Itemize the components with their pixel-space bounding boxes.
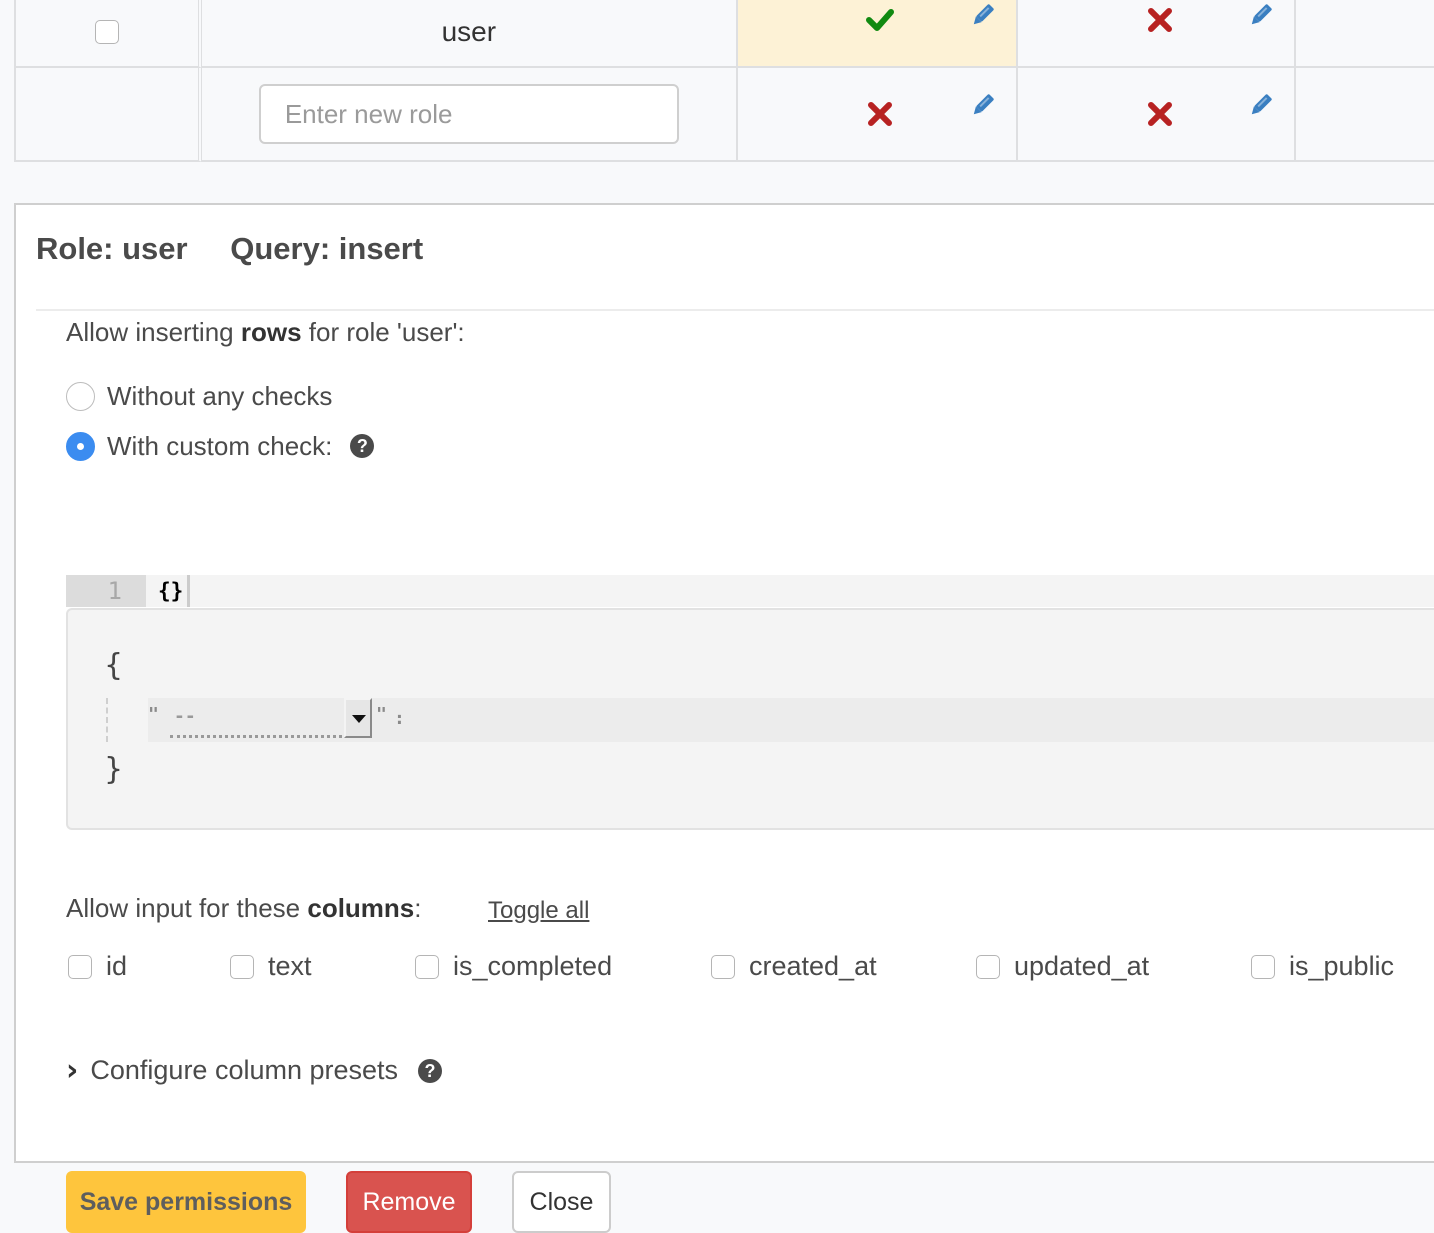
code-editor[interactable]: 1 {}	[66, 575, 1434, 607]
row-select-cell	[14, 68, 203, 162]
column-checkbox-is-completed[interactable]: is_completed	[415, 951, 612, 982]
permissions-table: user	[14, 0, 1434, 162]
indent-guide	[106, 698, 108, 742]
pencil-icon[interactable]	[1248, 2, 1274, 28]
pencil-icon[interactable]	[1248, 92, 1274, 118]
permission-cell-select[interactable]	[1018, 68, 1296, 162]
permission-cell-more	[1295, 0, 1434, 68]
help-icon[interactable]: ?	[350, 434, 375, 458]
checkbox[interactable]	[976, 954, 1000, 979]
check-type-radio-group: Without any checks With custom check: ?	[66, 371, 375, 471]
check-builder: { " -- " : }	[66, 608, 1434, 830]
close-brace: }	[104, 752, 124, 787]
column-label: is_public	[1289, 951, 1395, 981]
checkbox[interactable]	[68, 954, 92, 979]
columns-label-suffix: :	[414, 893, 422, 923]
radio-label: With custom check:	[107, 430, 333, 461]
cross-icon	[1148, 102, 1173, 126]
row-select-checkbox[interactable]	[95, 20, 120, 44]
save-permissions-button[interactable]: Save permissions	[66, 1171, 306, 1233]
permission-cell-select[interactable]	[1018, 0, 1296, 68]
remove-button[interactable]: Remove	[346, 1171, 472, 1233]
code-text[interactable]: {}	[154, 575, 191, 607]
toggle-all-link[interactable]: Toggle all	[488, 897, 589, 925]
column-label: is_completed	[453, 951, 613, 981]
column-label: created_at	[749, 951, 877, 981]
radio-custom-check[interactable]: With custom check: ?	[66, 421, 375, 471]
rows-section-label: Allow inserting rows for role 'user':	[66, 317, 465, 348]
columns-section-label: Allow input for these columns:	[66, 893, 422, 924]
new-role-cell	[202, 68, 738, 162]
column-checkbox-updated-at[interactable]: updated_at	[976, 951, 1149, 982]
close-button[interactable]: Close	[512, 1171, 611, 1233]
permission-cell-more	[1295, 68, 1434, 162]
dropdown-arrow-icon[interactable]	[344, 698, 372, 738]
columns-label-bold: columns	[307, 893, 415, 923]
checkbox[interactable]	[415, 954, 439, 979]
checkbox[interactable]	[1251, 954, 1275, 979]
pencil-icon[interactable]	[970, 2, 996, 28]
rows-label-bold: rows	[240, 317, 302, 347]
colon: :	[394, 708, 405, 729]
configure-presets-toggle[interactable]: › Configure column presets ?	[66, 1053, 443, 1088]
table-row-user: user	[14, 0, 1434, 68]
quote-close: "	[376, 704, 387, 725]
row-select-cell	[14, 0, 203, 68]
role-name: user	[202, 0, 738, 68]
check-icon	[865, 9, 894, 31]
column-label: updated_at	[1014, 951, 1150, 981]
columns-label-prefix: Allow input for these	[66, 893, 308, 923]
checkbox[interactable]	[230, 954, 254, 979]
chevron-right-icon: ›	[66, 1053, 79, 1088]
column-checkbox-id[interactable]: id	[68, 951, 127, 982]
radio-without-checks[interactable]: Without any checks	[66, 371, 374, 421]
column-checkbox-created-at[interactable]: created_at	[711, 951, 877, 982]
column-label: id	[106, 951, 128, 981]
panel-header: Role: user Query: insert	[36, 231, 1434, 311]
radio-label: Without any checks	[107, 380, 333, 411]
column-label: text	[268, 951, 312, 981]
radio-button[interactable]	[66, 381, 95, 411]
permission-cell-insert[interactable]	[737, 68, 1019, 162]
role-label: Role: user	[36, 231, 188, 266]
key-row: " -- " :	[148, 698, 1434, 742]
cross-icon	[867, 102, 892, 126]
table-row-new-role	[14, 68, 1434, 162]
quote-open: "	[148, 704, 159, 725]
rows-label-suffix: for role 'user':	[301, 317, 465, 347]
permission-editor-panel: Role: user Query: insert Allow inserting…	[14, 203, 1434, 1233]
new-role-input[interactable]	[258, 84, 679, 144]
query-label: Query: insert	[230, 231, 424, 266]
radio-button-selected[interactable]	[66, 431, 95, 461]
column-checkbox-is-public[interactable]: is_public	[1251, 951, 1394, 982]
column-checkbox-text[interactable]: text	[230, 951, 312, 982]
help-icon[interactable]: ?	[418, 1058, 443, 1083]
line-number: 1	[66, 575, 146, 607]
pencil-icon[interactable]	[970, 92, 996, 118]
presets-label: Configure column presets	[90, 1055, 399, 1085]
rows-label-prefix: Allow inserting	[66, 317, 241, 347]
cross-icon	[1148, 8, 1173, 32]
key-select-value: --	[174, 706, 196, 727]
column-key-select[interactable]: --	[170, 698, 372, 738]
open-brace: {	[104, 648, 124, 683]
checkbox[interactable]	[711, 954, 735, 979]
permission-cell-insert[interactable]	[737, 0, 1019, 68]
